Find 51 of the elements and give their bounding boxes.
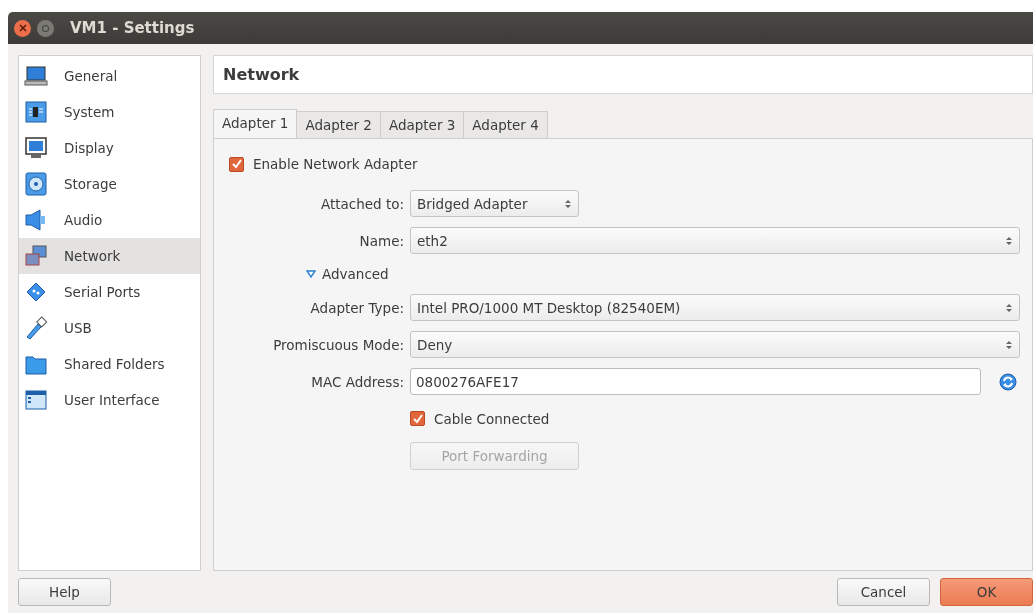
sidebar-item[interactable]: USB: [19, 310, 200, 346]
dialog-button[interactable]: OK: [940, 578, 1033, 606]
checkbox[interactable]: [229, 156, 244, 172]
sidebar-item[interactable]: System: [19, 94, 200, 130]
checkbox[interactable]: [410, 411, 425, 426]
tab[interactable]: Adapter 3: [380, 111, 465, 139]
spinner-icon: [1005, 301, 1013, 314]
usb-icon: [24, 316, 48, 340]
field-label: Name:: [358, 232, 404, 249]
speaker-icon: [24, 208, 48, 232]
field-label: Promiscuous Mode:: [272, 336, 404, 353]
sidebar-item[interactable]: Serial Ports: [19, 274, 200, 310]
spinner-icon: [1005, 234, 1013, 247]
maximize-button[interactable]: [37, 19, 54, 37]
refresh-icon[interactable]: [999, 372, 1017, 391]
close-button[interactable]: [14, 19, 31, 37]
checkbox-label: Enable Network Adapter: [253, 156, 418, 172]
dialog-button[interactable]: Cancel: [837, 578, 930, 606]
field-label: Attached to:: [319, 195, 404, 212]
sidebar-item[interactable]: User Interface: [19, 382, 200, 418]
sidebar-item[interactable]: Audio: [19, 202, 200, 238]
dropdown[interactable]: Intel PRO/1000 MT Desktop (82540EM): [410, 294, 1020, 321]
laptop-icon: [24, 64, 48, 88]
tab[interactable]: Adapter 4: [464, 111, 548, 139]
sidebar-item[interactable]: Network: [19, 238, 200, 274]
spinner-icon: [1005, 338, 1013, 351]
dialog-button[interactable]: Help: [18, 578, 111, 606]
tab[interactable]: Adapter 2: [297, 111, 381, 139]
window-icon: [24, 388, 48, 412]
field-label: MAC Address:: [310, 373, 404, 390]
chip-icon: [24, 100, 48, 124]
close-icon: [18, 24, 27, 32]
triangle-icon: [306, 270, 316, 278]
input-field[interactable]: 0800276AFE17: [410, 368, 981, 395]
field-label: Adapter Type:: [309, 299, 404, 316]
serial-port-icon: [24, 280, 48, 304]
checkbox-label: Cable Connected: [434, 410, 550, 427]
sidebar-item[interactable]: Storage: [19, 166, 200, 202]
dropdown[interactable]: Deny: [410, 331, 1020, 358]
network-icon: [24, 244, 48, 268]
spinner-icon: [564, 197, 572, 210]
sidebar-item[interactable]: Display: [19, 130, 200, 166]
dropdown[interactable]: Bridged Adapter: [410, 190, 579, 217]
window-title: VM1 - Settings: [70, 19, 195, 37]
monitor-icon: [24, 136, 48, 160]
sidebar-item[interactable]: General: [19, 58, 200, 94]
advanced-toggle[interactable]: Advanced: [306, 266, 389, 282]
dropdown[interactable]: eth2: [410, 227, 1020, 254]
tab[interactable]: Adapter 1: [213, 109, 298, 139]
page-title: Network: [223, 65, 300, 84]
sidebar-item[interactable]: Shared Folders: [19, 346, 200, 382]
